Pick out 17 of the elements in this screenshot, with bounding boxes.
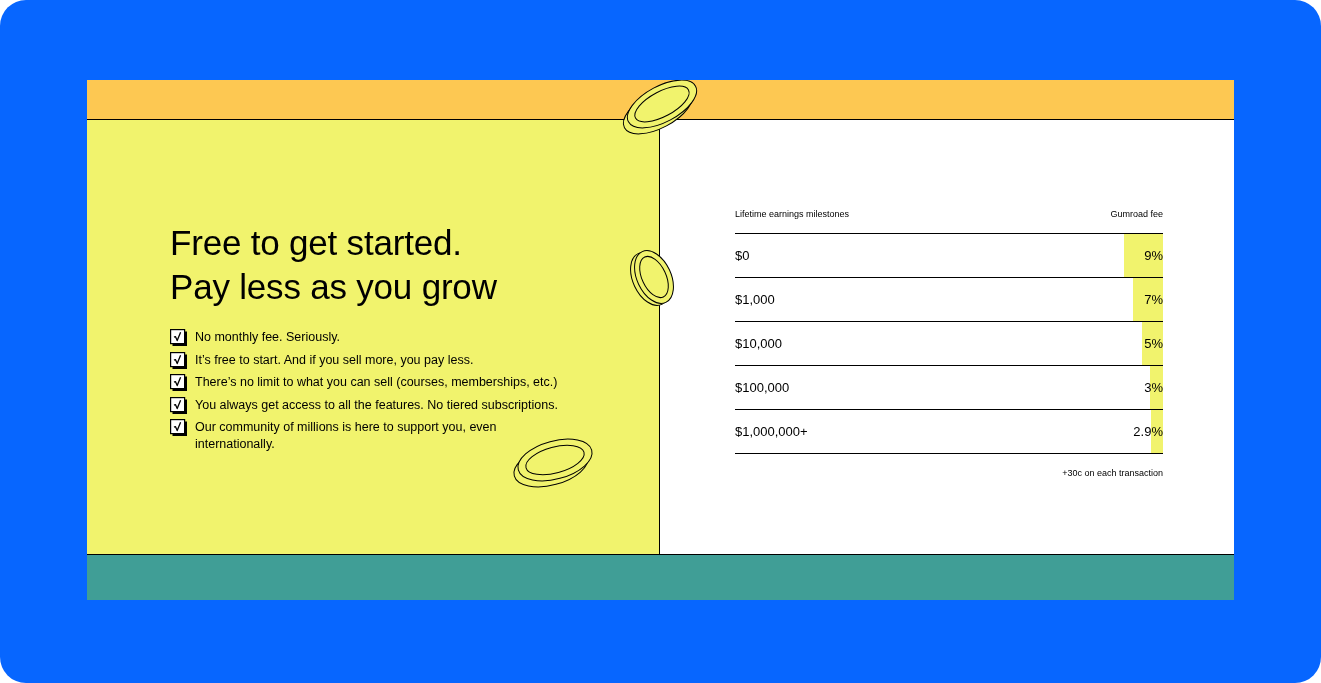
fee-text: 7% — [1144, 291, 1163, 308]
feature-text: You always get access to all the features. No tiered subscriptions. — [195, 397, 558, 412]
milestone-text: $10,000 — [735, 335, 782, 352]
headline: Free to get started. Pay less as you grow — [170, 222, 497, 308]
fee-footnote: +30c on each transaction — [1061, 467, 1163, 479]
feature-text: It’s free to start. And if you sell more, you pay less. — [195, 352, 474, 367]
milestone-text: $100,000 — [735, 379, 790, 396]
fee-text: 5% — [1144, 335, 1163, 352]
milestone-text: $1,000,000+ — [735, 423, 808, 440]
column-header: Lifetime earnings milestones — [735, 208, 850, 220]
feature-text: No monthly fee. Seriously. — [195, 330, 340, 344]
feature-text: Our community of millions is here to support you, even internationally. — [195, 420, 497, 451]
column-header: Gumroad fee — [1110, 208, 1163, 220]
fee-text: 9% — [1144, 247, 1163, 264]
milestone-text: $1,000 — [735, 291, 775, 308]
milestone-text: $0 — [735, 247, 750, 264]
feature-text: There’s no limit to what you can sell (courses, memberships, etc.) — [195, 375, 558, 389]
